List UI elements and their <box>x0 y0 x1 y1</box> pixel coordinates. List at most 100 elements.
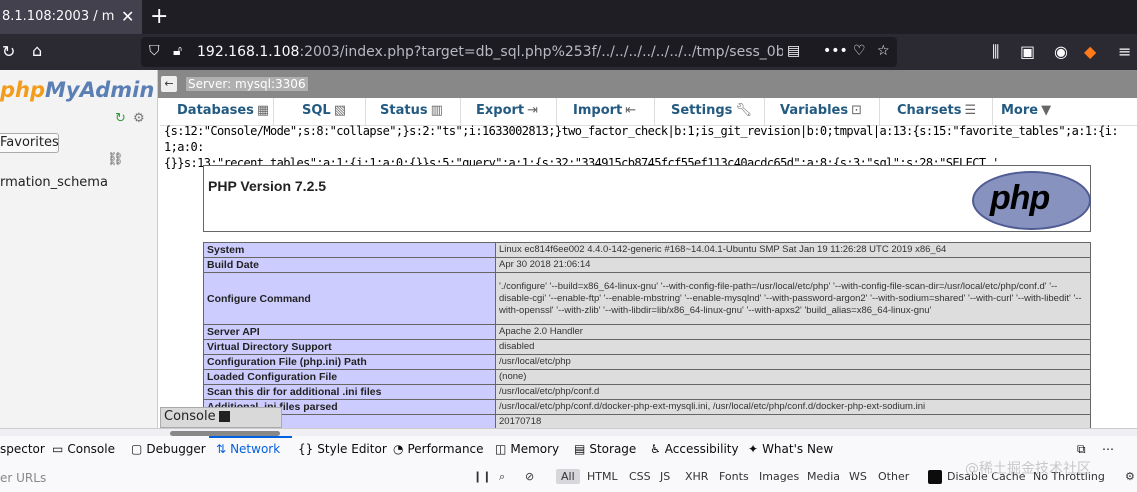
back-arrow-icon[interactable]: ← <box>161 76 177 92</box>
accessibility-icon: ♿︎ <box>650 442 661 456</box>
navigation-toolbar: ↻ ⌂ ⛉ 🔓︎ 192.168.1.108:2003/index.php?ta… <box>0 34 1137 70</box>
tab-sql[interactable]: SQL ▧ <box>302 103 346 118</box>
menu-icon[interactable]: ≡ <box>1118 42 1131 61</box>
pocket-icon[interactable]: ♡ <box>853 43 866 59</box>
filter-urls-input[interactable]: er URLs <box>0 471 46 485</box>
link-icon[interactable]: ⛓ <box>107 152 124 167</box>
export-icon: ⇥ <box>527 103 539 118</box>
filter-media[interactable]: Media <box>802 469 845 484</box>
tab-performance[interactable]: ◔ Performance <box>393 442 484 456</box>
tab-settings[interactable]: Settings 🔧︎ <box>671 103 752 118</box>
console-icon: ▭ <box>52 442 64 456</box>
filter-all[interactable]: All <box>556 469 580 484</box>
tab-more[interactable]: More ▼ <box>1001 103 1051 118</box>
phpmyadmin-logo[interactable]: phpMyAdmin <box>0 78 154 102</box>
filter-html[interactable]: HTML <box>582 469 623 484</box>
tab-variables[interactable]: Variables ⊡ <box>780 103 862 118</box>
sidebar-icon[interactable]: ▣ <box>1020 42 1035 61</box>
table-row: Scan this dir for additional .ini files /… <box>203 384 1091 400</box>
options-icon[interactable]: ⋯ <box>1102 442 1114 456</box>
block-icon[interactable]: ⊘ <box>520 469 539 484</box>
disable-cache-checkbox[interactable] <box>928 470 942 484</box>
browser-tab[interactable]: 8.1.108:2003 / my ✕ <box>0 0 142 34</box>
row-value: disabled <box>495 339 1091 355</box>
debugger-icon: ▢ <box>131 442 143 456</box>
divider <box>556 98 557 125</box>
table-row: Server API Apache 2.0 Handler <box>203 324 1091 340</box>
row-key: Server API <box>203 324 496 340</box>
tab-import[interactable]: Import ⇤ <box>573 103 636 118</box>
tab-console[interactable]: ▭ Console <box>52 442 115 456</box>
status-chart-icon: ▥ <box>430 103 443 118</box>
filter-ws[interactable]: WS <box>844 469 872 484</box>
search-icon[interactable]: ⌕ <box>494 469 510 485</box>
filter-xhr[interactable]: XHR <box>680 469 713 484</box>
table-row: System Linux ec814f6ee002 4.4.0-142-gener… <box>203 242 1091 258</box>
tab-inspector[interactable]: spector <box>0 442 45 456</box>
style-editor-icon: {} <box>298 442 314 456</box>
tab-debugger[interactable]: ▢ Debugger <box>131 442 206 456</box>
divider <box>992 98 993 125</box>
row-key: Configure Command <box>203 272 496 325</box>
tab-status[interactable]: Status ▥ <box>380 103 443 118</box>
pma-console-toggle[interactable]: Console <box>160 407 282 428</box>
bookmark-star-icon[interactable]: ☆ <box>877 43 890 59</box>
row-key: Loaded Configuration File <box>203 369 496 385</box>
settings-gear-icon[interactable]: ⚙ <box>133 111 145 126</box>
whats-new-icon: ✦ <box>748 442 759 456</box>
phpinfo-header: PHP Version 7.2.5 php <box>203 165 1091 232</box>
row-key: Virtual Directory Support <box>203 339 496 355</box>
variables-icon: ⊡ <box>851 103 862 118</box>
row-key: System <box>203 242 496 258</box>
tab-whats-new[interactable]: ✦ What's New <box>748 442 833 456</box>
watermark: @稀土掘金技术社区 <box>965 461 1091 477</box>
favorites-toggle[interactable]: Favorites <box>0 133 59 153</box>
url-text[interactable]: 192.168.1.108:2003/index.php?target=db_s… <box>197 44 783 60</box>
tab-style-editor[interactable]: {} Style Editor <box>298 442 387 456</box>
home-icon[interactable]: ⌂ <box>32 41 42 60</box>
reader-view-icon[interactable]: ▤ <box>787 43 800 59</box>
active-tab-indicator <box>209 436 292 438</box>
phpinfo-table: System Linux ec814f6ee002 4.4.0-142-gener… <box>203 242 1091 430</box>
server-breadcrumb: ← Server: mysql:3306 <box>158 70 1137 98</box>
import-icon: ⇤ <box>625 103 637 118</box>
filter-images[interactable]: Images <box>754 469 804 484</box>
extension-icon[interactable]: ◆ <box>1084 42 1096 61</box>
settings-gear-icon[interactable]: ⚙ <box>1120 469 1137 484</box>
tab-network[interactable]: ⇅ Network <box>216 442 280 456</box>
tab-title: 8.1.108:2003 / my <box>2 9 114 24</box>
insecure-lock-icon[interactable]: 🔓︎ <box>173 43 182 59</box>
memory-icon: ◫ <box>495 442 507 456</box>
tab-charsets[interactable]: Charsets ☰ <box>897 103 976 118</box>
pause-icon[interactable]: ❙❙ <box>468 469 496 484</box>
server-label[interactable]: Server: mysql:3306 <box>186 77 308 91</box>
filter-other[interactable]: Other <box>873 469 914 484</box>
favorites-label: Favorites <box>0 135 59 150</box>
dock-icon[interactable]: ⧉ <box>1077 442 1086 457</box>
tab-databases[interactable]: Databases ▦ <box>177 103 269 118</box>
filter-js[interactable]: JS <box>655 469 675 484</box>
shield-icon[interactable]: ⛉ <box>149 43 160 59</box>
new-tab-icon[interactable]: + <box>150 4 168 29</box>
account-icon[interactable]: ◉ <box>1054 42 1068 61</box>
close-tab-icon[interactable]: ✕ <box>121 7 134 26</box>
tab-export[interactable]: Export ⇥ <box>476 103 538 118</box>
filter-css[interactable]: CSS <box>624 469 656 484</box>
page-actions-icon[interactable]: ••• <box>823 43 848 59</box>
reload-navigation-icon[interactable]: ↻ <box>115 111 126 126</box>
table-row: Configuration File (php.ini) Path/usr/lo… <box>203 354 1091 370</box>
reload-icon[interactable]: ↻ <box>2 42 15 61</box>
filter-fonts[interactable]: Fonts <box>714 469 754 484</box>
database-item-information-schema[interactable]: rmation_schema <box>0 175 108 190</box>
row-key: Configuration File (php.ini) Path <box>203 354 496 370</box>
database-icon: ▦ <box>256 103 270 118</box>
tab-accessibility[interactable]: ♿︎ Accessibility <box>650 442 739 456</box>
library-icon[interactable]: ⫼ <box>992 42 999 62</box>
row-value: /usr/local/etc/php/conf.d/docker-php-ext… <box>495 399 1091 415</box>
tab-memory[interactable]: ◫ Memory <box>495 442 559 456</box>
table-row: Loaded Configuration File (none) <box>203 369 1091 385</box>
console-icon <box>219 411 230 422</box>
url-bar[interactable]: ⛉ 🔓︎ 192.168.1.108:2003/index.php?target… <box>141 37 897 67</box>
pma-top-menu: Databases ▦ SQL ▧ Status ▥ Export ⇥ Import ⇤ … <box>160 98 1137 126</box>
tab-storage[interactable]: ▤ Storage <box>574 442 636 456</box>
